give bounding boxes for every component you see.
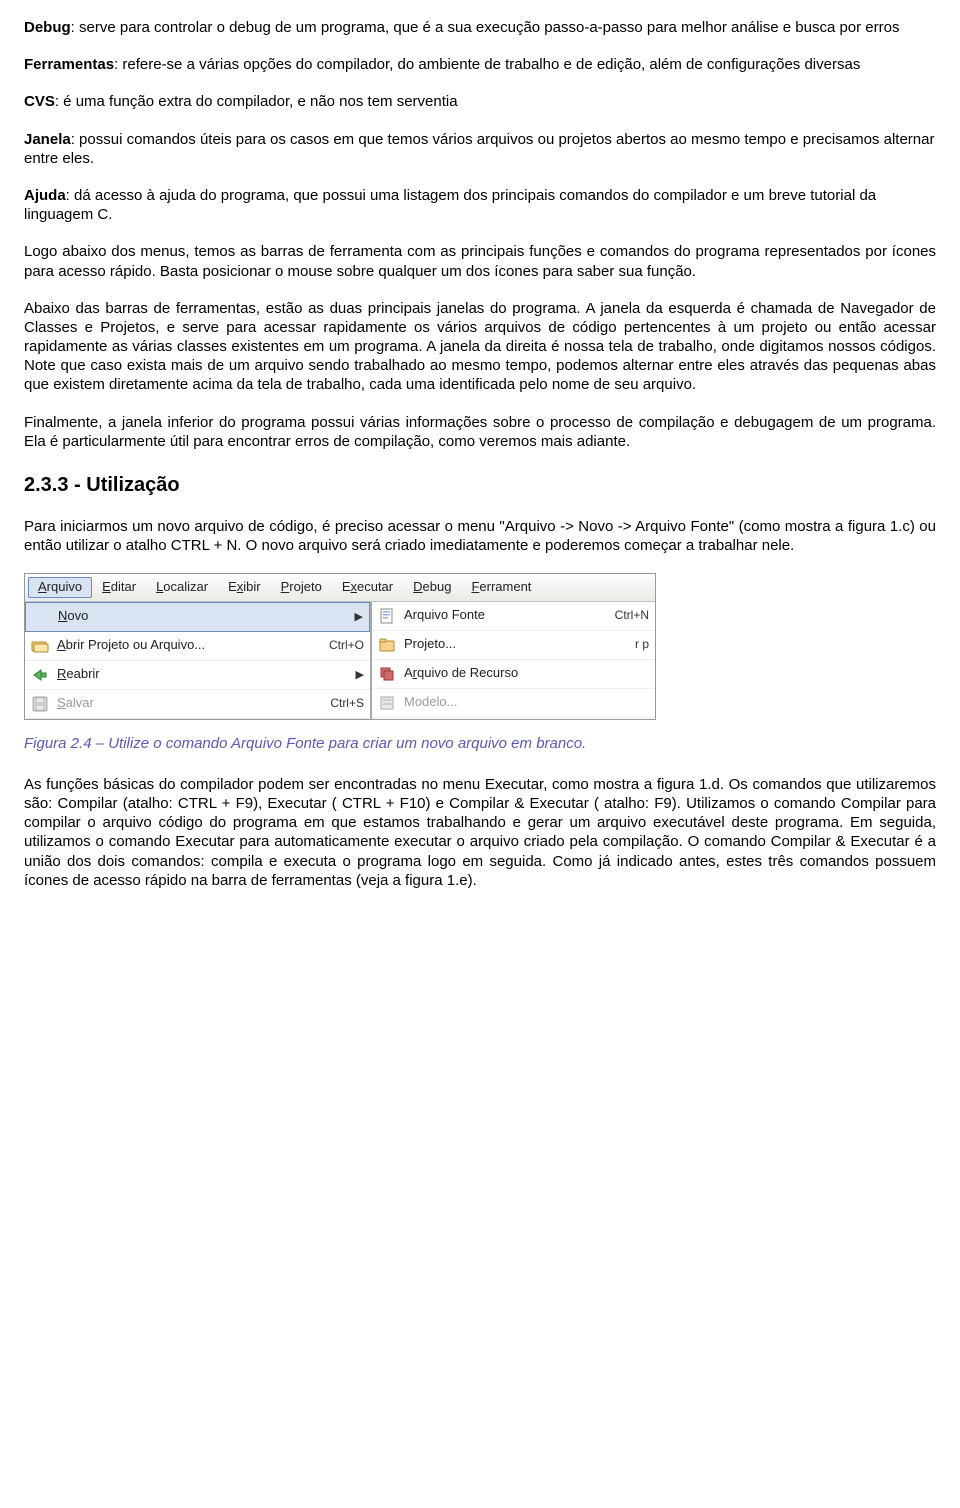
label-ferramentas: Ferramentas: [24, 56, 114, 73]
label-cvs: CVS: [24, 93, 55, 110]
menu-item-abrir[interactable]: Abrir Projeto ou Arquivo... Ctrl+O: [25, 632, 370, 661]
devcpp-screenshot: Arquivo Editar Localizar Exibir Projeto …: [24, 573, 656, 720]
text-cvs: : é uma função extra do compilador, e nã…: [55, 93, 458, 110]
para-janela: Janela: possui comandos úteis para os ca…: [24, 130, 936, 168]
shortcut-fonte: Ctrl+N: [615, 608, 649, 623]
blank-icon: [30, 608, 52, 626]
project-icon: [376, 636, 398, 654]
folder-open-icon: [29, 637, 51, 655]
menu-arquivo[interactable]: Arquivo: [28, 577, 92, 598]
text-debug: : serve para controlar o debug de um pro…: [71, 19, 900, 36]
resource-icon: [376, 665, 398, 683]
para-bottom-panel: Finalmente, a janela inferior do program…: [24, 413, 936, 451]
menu-editar[interactable]: Editar: [92, 577, 146, 598]
shortcut-blank: r p: [635, 637, 649, 652]
para-compile-commands: As funções básicas do compilador podem s…: [24, 775, 936, 890]
menu-item-recurso[interactable]: Arquivo de Recurso: [372, 660, 655, 689]
reopen-icon: [29, 666, 51, 684]
menu-debug[interactable]: Debug: [403, 577, 461, 598]
para-ajuda: Ajuda: dá acesso à ajuda do programa, qu…: [24, 186, 936, 224]
template-icon: [376, 694, 398, 712]
menu-item-reabrir[interactable]: Reabrir ▶: [25, 661, 370, 690]
para-windows-desc: Abaixo das barras de ferramentas, estão …: [24, 299, 936, 395]
menu-item-modelo: Modelo...: [372, 689, 655, 718]
arquivo-dropdown: Novo ▶ Abrir Projeto ou Arquivo... Ctrl+…: [25, 602, 372, 719]
label-janela: Janela: [24, 131, 71, 148]
para-ferramentas: Ferramentas: refere-se a várias opções d…: [24, 55, 936, 74]
menu-item-arquivo-fonte[interactable]: Arquivo Fonte Ctrl+N: [372, 602, 655, 631]
menu-ferrament[interactable]: Ferrament: [461, 577, 541, 598]
menu-exibir[interactable]: Exibir: [218, 577, 271, 598]
para-debug: Debug: serve para controlar o debug de u…: [24, 18, 936, 37]
label-modelo: Modelo...: [404, 694, 649, 711]
menu-item-projeto[interactable]: Projeto... r p: [372, 631, 655, 660]
novo-submenu: Arquivo Fonte Ctrl+N Projeto... r p Arqu…: [372, 602, 655, 719]
shortcut-abrir: Ctrl+O: [329, 638, 364, 653]
label-arquivo-fonte: Arquivo Fonte: [404, 607, 609, 624]
para-new-file: Para iniciarmos um novo arquivo de códig…: [24, 517, 936, 555]
para-toolbar-desc: Logo abaixo dos menus, temos as barras d…: [24, 242, 936, 280]
label-ajuda: Ajuda: [24, 187, 66, 204]
source-file-icon: [376, 607, 398, 625]
save-icon: [29, 695, 51, 713]
menubar: Arquivo Editar Localizar Exibir Projeto …: [25, 574, 655, 602]
menu-localizar[interactable]: Localizar: [146, 577, 218, 598]
chevron-right-icon: ▶: [356, 668, 364, 682]
menu-item-salvar: Salvar Ctrl+S: [25, 690, 370, 719]
shortcut-salvar: Ctrl+S: [330, 696, 364, 711]
chevron-right-icon: ▶: [355, 610, 363, 624]
heading-utilizacao: 2.3.3 - Utilização: [24, 473, 936, 499]
text-ferramentas: : refere-se a várias opções do compilado…: [114, 56, 860, 73]
para-cvs: CVS: é uma função extra do compilador, e…: [24, 92, 936, 111]
label-projeto: Projeto...: [404, 636, 629, 653]
figure-caption: Figura 2.4 – Utilize o comando Arquivo F…: [24, 734, 936, 753]
text-ajuda: : dá acesso à ajuda do programa, que pos…: [24, 187, 876, 223]
text-janela: : possui comandos úteis para os casos em…: [24, 131, 934, 167]
menu-item-novo[interactable]: Novo ▶: [25, 602, 370, 632]
menu-executar[interactable]: Executar: [332, 577, 403, 598]
menu-projeto[interactable]: Projeto: [271, 577, 332, 598]
label-debug: Debug: [24, 19, 71, 36]
